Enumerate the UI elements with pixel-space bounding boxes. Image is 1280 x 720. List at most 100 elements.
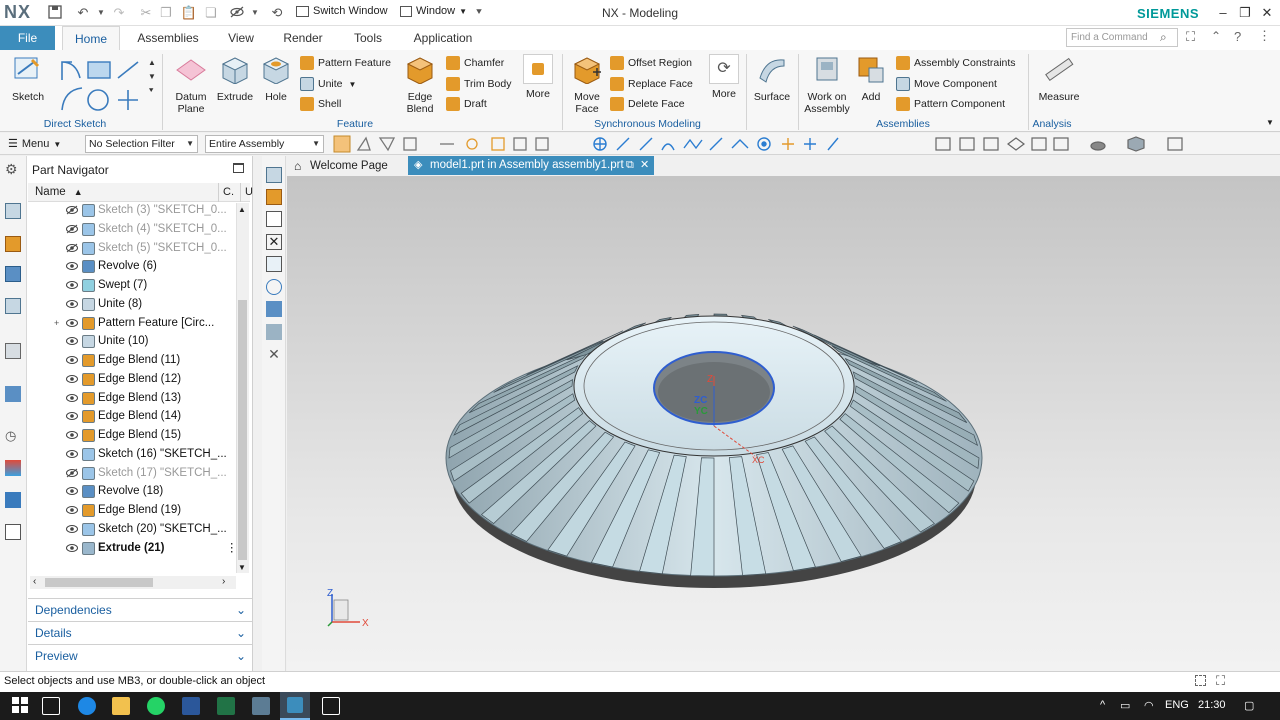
- redo-icon[interactable]: ↷: [110, 4, 128, 22]
- visible-eye-icon[interactable]: [66, 505, 78, 515]
- expand-icon[interactable]: +: [54, 314, 59, 332]
- tree-row[interactable]: + Pattern Feature [Circ...: [30, 314, 236, 333]
- visible-eye-icon[interactable]: [66, 280, 78, 290]
- pattern-component-button[interactable]: Pattern Component: [896, 95, 1005, 113]
- move-face-button[interactable]: Move Face: [566, 54, 608, 115]
- tab-file[interactable]: File: [0, 26, 55, 50]
- reuse-library-icon[interactable]: [5, 298, 21, 314]
- process-studio-icon[interactable]: [5, 492, 21, 508]
- visible-eye-icon[interactable]: [66, 355, 78, 365]
- column-name[interactable]: Name ▲: [35, 186, 83, 198]
- status-toggle-icon[interactable]: [1195, 675, 1206, 686]
- edge-browser-icon[interactable]: [78, 697, 96, 715]
- help-icon[interactable]: ?: [1234, 29, 1241, 44]
- unite-button[interactable]: Unite ▼: [300, 75, 356, 93]
- move-component-button[interactable]: Move Component: [896, 75, 997, 93]
- tree-row[interactable]: Unite (8): [30, 295, 236, 314]
- tray-chevron-icon[interactable]: ^: [1100, 699, 1105, 711]
- details-panel[interactable]: Details ⌄: [28, 621, 252, 643]
- part-navigator-icon[interactable]: [5, 266, 21, 282]
- visible-eye-icon[interactable]: [66, 336, 78, 346]
- tree-row[interactable]: Edge Blend (13): [30, 389, 236, 408]
- close-button[interactable]: ✕: [1256, 3, 1278, 23]
- tree-row[interactable]: Edge Blend (12): [30, 370, 236, 389]
- trim-body-button[interactable]: Trim Body: [446, 75, 511, 93]
- undo-dropdown-icon[interactable]: ▼: [92, 4, 110, 22]
- sketch-button[interactable]: Sketch: [8, 54, 48, 103]
- more-options-icon[interactable]: ⋮: [1258, 28, 1271, 44]
- visible-eye-icon[interactable]: [66, 486, 78, 496]
- nx-task-button[interactable]: [280, 692, 310, 720]
- column-uptodate[interactable]: U: [245, 186, 253, 198]
- tab-assemblies[interactable]: Assemblies: [128, 26, 208, 50]
- scroll-up-icon[interactable]: ▲: [238, 205, 246, 214]
- status-fullscreen-icon[interactable]: ⛶: [1216, 673, 1225, 689]
- visible-eye-icon[interactable]: [66, 299, 78, 309]
- tree-row[interactable]: Edge Blend (19): [30, 501, 236, 520]
- system-materials-icon[interactable]: [5, 460, 21, 476]
- scroll-down-icon[interactable]: ▼: [238, 563, 246, 572]
- draft-button[interactable]: Draft: [446, 95, 487, 113]
- whatsapp-icon[interactable]: [147, 697, 165, 715]
- hidden-eye-icon[interactable]: [66, 468, 78, 478]
- assembly-navigator-icon[interactable]: [5, 203, 21, 219]
- sketch-tool-icon[interactable]: [266, 301, 282, 317]
- scroll-right-icon[interactable]: ›: [222, 576, 225, 587]
- hole-button[interactable]: Hole: [258, 54, 294, 103]
- tab-tools[interactable]: Tools: [344, 26, 392, 50]
- tree-row[interactable]: Sketch (16) "SKETCH_...: [30, 445, 236, 464]
- calculator-icon[interactable]: [252, 697, 270, 715]
- constraint-navigator-icon[interactable]: [5, 236, 21, 252]
- menu-button[interactable]: ☰ Menu ▼: [8, 137, 61, 150]
- replace-face-button[interactable]: Replace Face: [610, 75, 693, 93]
- tree-row[interactable]: Swept (7): [30, 276, 236, 295]
- hd3d-tools-icon[interactable]: [5, 343, 21, 359]
- repeat-command-icon[interactable]: ⟲: [268, 4, 286, 22]
- column-current[interactable]: C.: [223, 186, 234, 198]
- minimize-button[interactable]: –: [1212, 3, 1234, 23]
- visible-eye-icon[interactable]: [66, 411, 78, 421]
- tab-application[interactable]: Application: [404, 26, 482, 50]
- battery-icon[interactable]: ▭: [1120, 699, 1130, 712]
- analysis-tool-icon[interactable]: [266, 324, 282, 340]
- tree-row[interactable]: Edge Blend (14): [30, 407, 236, 426]
- hide-icon[interactable]: [228, 4, 246, 22]
- switch-window-button[interactable]: Switch Window: [296, 5, 388, 17]
- notifications-icon[interactable]: ▢: [1244, 699, 1254, 712]
- assembly-tool-icon[interactable]: [266, 167, 282, 183]
- roles-icon[interactable]: [5, 524, 21, 540]
- visible-eye-icon[interactable]: [66, 393, 78, 403]
- language-indicator[interactable]: ENG: [1165, 699, 1189, 711]
- vscroll-thumb[interactable]: [238, 300, 247, 560]
- surface-button[interactable]: Surface: [750, 54, 794, 103]
- history-icon[interactable]: ◷: [5, 428, 21, 444]
- undo-icon[interactable]: ↶: [74, 4, 92, 22]
- edge-blend-button[interactable]: Edge Blend: [398, 54, 442, 115]
- maximize-navigator-icon[interactable]: [233, 163, 244, 173]
- tree-row[interactable]: Sketch (3) "SKETCH_0...: [30, 201, 236, 220]
- duplicate-icon[interactable]: ❏: [202, 4, 220, 22]
- feature-more-button[interactable]: More: [520, 54, 556, 100]
- selection-scope-dropdown[interactable]: Entire Assembly ▼: [205, 135, 324, 153]
- tree-row[interactable]: Edge Blend (11): [30, 351, 236, 370]
- tab-render[interactable]: Render: [276, 26, 330, 50]
- tree-row[interactable]: Extrude (21) ⋮: [30, 539, 236, 558]
- delete-face-button[interactable]: Delete Face: [610, 95, 685, 113]
- restore-button[interactable]: ❐: [1234, 3, 1256, 23]
- visible-eye-icon[interactable]: [66, 449, 78, 459]
- excel-icon[interactable]: [217, 697, 235, 715]
- tree-row[interactable]: Edge Blend (15): [30, 426, 236, 445]
- customize-toolbar-icon[interactable]: ⯆: [470, 4, 488, 22]
- part-tool-icon[interactable]: [266, 189, 282, 205]
- dependencies-panel[interactable]: Dependencies ⌄: [28, 598, 252, 620]
- hide-dropdown-icon[interactable]: ▼: [246, 4, 264, 22]
- tree-row[interactable]: Revolve (6): [30, 257, 236, 276]
- sketch-gallery-scroll[interactable]: ▲ ▼ ⯆: [148, 56, 156, 98]
- work-on-assembly-button[interactable]: Work on Assembly: [802, 54, 852, 115]
- visible-eye-icon[interactable]: [66, 430, 78, 440]
- visible-eye-icon[interactable]: [66, 524, 78, 534]
- tab-model1[interactable]: ◈ model1.prt in Assembly assembly1.prt ⧉ ✕: [408, 156, 654, 175]
- ribbon-options-icon[interactable]: ▼: [1266, 118, 1274, 127]
- sync-more-button[interactable]: ⟳ More: [706, 54, 742, 100]
- edit-tool-icon[interactable]: [266, 211, 282, 227]
